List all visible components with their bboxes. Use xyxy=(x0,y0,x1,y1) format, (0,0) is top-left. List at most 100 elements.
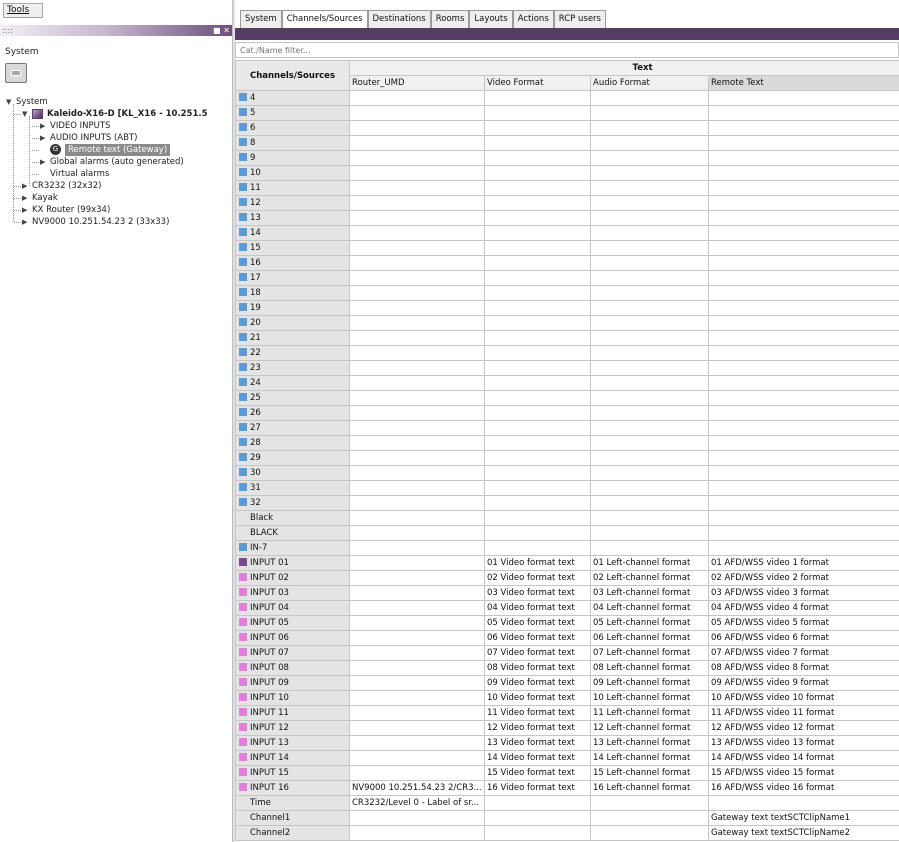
router-umd-cell[interactable] xyxy=(349,225,485,241)
router-umd-cell[interactable] xyxy=(349,690,485,706)
channel-name-cell[interactable]: 8 xyxy=(235,135,350,151)
channel-name-cell[interactable]: 13 xyxy=(235,210,350,226)
column-header-remote-text[interactable]: Remote Text xyxy=(707,75,899,91)
video-format-cell[interactable] xyxy=(484,450,591,466)
channel-name-cell[interactable]: Channel1 xyxy=(235,810,350,826)
router-umd-cell[interactable] xyxy=(349,660,485,676)
table-row[interactable]: Channel2 Gateway text textSCTClipName2 xyxy=(235,825,899,841)
collapsed-arrow-icon[interactable]: ▶ xyxy=(40,120,45,132)
tab-destinations[interactable]: Destinations xyxy=(367,10,431,28)
table-row[interactable]: INPUT 04 04 Video format text 04 Left-chan… xyxy=(235,600,899,616)
router-umd-cell[interactable] xyxy=(349,465,485,481)
table-row[interactable]: INPUT 16 NV9000 10.251.54.23 2/CR3... 16 V… xyxy=(235,780,899,796)
table-row[interactable]: 24 xyxy=(235,375,899,391)
tree-item[interactable]: ▶ VIDEO INPUTS xyxy=(0,120,232,132)
table-row[interactable]: Channel1 Gateway text textSCTClipName1 xyxy=(235,810,899,826)
table-row[interactable]: 15 xyxy=(235,240,899,256)
channel-name-cell[interactable]: INPUT 05 xyxy=(235,615,350,631)
tree-item[interactable]: ▶ NV9000 10.251.54.23 2 (33x33) xyxy=(0,216,232,228)
audio-format-cell[interactable]: 02 Left-channel format xyxy=(590,570,709,586)
channel-name-cell[interactable]: Black xyxy=(235,510,350,526)
remote-text-cell[interactable]: 08 AFD/WSS video 8 format xyxy=(707,660,899,676)
table-row[interactable]: 30 xyxy=(235,465,899,481)
remote-text-cell[interactable] xyxy=(707,495,899,511)
remote-text-cell[interactable]: 02 AFD/WSS video 2 format xyxy=(707,570,899,586)
remote-text-cell[interactable] xyxy=(707,120,899,136)
video-format-cell[interactable] xyxy=(484,525,591,541)
table-row[interactable]: 27 xyxy=(235,420,899,436)
channel-name-cell[interactable]: INPUT 14 xyxy=(235,750,350,766)
audio-format-cell[interactable] xyxy=(590,540,709,556)
tools-menu-button[interactable]: Tools xyxy=(3,3,43,18)
video-format-cell[interactable]: 02 Video format text xyxy=(484,570,591,586)
video-format-cell[interactable] xyxy=(484,150,591,166)
table-row[interactable]: INPUT 13 13 Video format text 13 Left-chan… xyxy=(235,735,899,751)
audio-format-cell[interactable] xyxy=(590,90,709,106)
router-umd-cell[interactable] xyxy=(349,615,485,631)
column-header-channels[interactable]: Channels/Sources xyxy=(235,60,350,91)
table-row[interactable]: INPUT 06 06 Video format text 06 Left-chan… xyxy=(235,630,899,646)
video-format-cell[interactable] xyxy=(484,255,591,271)
audio-format-cell[interactable] xyxy=(590,450,709,466)
table-row[interactable]: 9 xyxy=(235,150,899,166)
video-format-cell[interactable]: 13 Video format text xyxy=(484,735,591,751)
router-umd-cell[interactable] xyxy=(349,585,485,601)
remote-text-cell[interactable] xyxy=(707,345,899,361)
channel-name-cell[interactable]: 27 xyxy=(235,420,350,436)
audio-format-cell[interactable] xyxy=(590,495,709,511)
remote-text-cell[interactable]: 05 AFD/WSS video 5 format xyxy=(707,615,899,631)
remote-text-cell[interactable] xyxy=(707,180,899,196)
remote-text-cell[interactable]: 01 AFD/WSS video 1 format xyxy=(707,555,899,571)
router-umd-cell[interactable] xyxy=(349,645,485,661)
tab-system[interactable]: System xyxy=(240,10,282,28)
tree-item[interactable]: ▶ Global alarms (auto generated) xyxy=(0,156,232,168)
tree-item[interactable]: ▶ CR3232 (32x32) xyxy=(0,180,232,192)
channel-name-cell[interactable]: Channel2 xyxy=(235,825,350,841)
table-row[interactable]: INPUT 10 10 Video format text 10 Left-chan… xyxy=(235,690,899,706)
table-row[interactable]: Time CR3232/Level 0 - Label of sr... xyxy=(235,795,899,811)
tree-item[interactable]: ▼ System xyxy=(0,96,232,108)
remote-text-cell[interactable] xyxy=(707,270,899,286)
table-row[interactable]: 16 xyxy=(235,255,899,271)
channel-name-cell[interactable]: 17 xyxy=(235,270,350,286)
table-row[interactable]: 6 xyxy=(235,120,899,136)
router-umd-cell[interactable] xyxy=(349,810,485,826)
channel-name-cell[interactable]: INPUT 11 xyxy=(235,705,350,721)
audio-format-cell[interactable]: 04 Left-channel format xyxy=(590,600,709,616)
router-umd-cell[interactable] xyxy=(349,105,485,121)
audio-format-cell[interactable]: 15 Left-channel format xyxy=(590,765,709,781)
router-umd-cell[interactable] xyxy=(349,360,485,376)
router-umd-cell[interactable] xyxy=(349,90,485,106)
video-format-cell[interactable] xyxy=(484,795,591,811)
remote-text-cell[interactable] xyxy=(707,405,899,421)
audio-format-cell[interactable] xyxy=(590,795,709,811)
tab-rooms[interactable]: Rooms xyxy=(430,10,470,28)
audio-format-cell[interactable] xyxy=(590,225,709,241)
column-header-video-format[interactable]: Video Format xyxy=(484,75,591,91)
audio-format-cell[interactable] xyxy=(590,525,709,541)
audio-format-cell[interactable]: 07 Left-channel format xyxy=(590,645,709,661)
router-umd-cell[interactable] xyxy=(349,630,485,646)
channel-name-cell[interactable]: INPUT 04 xyxy=(235,600,350,616)
audio-format-cell[interactable]: 11 Left-channel format xyxy=(590,705,709,721)
audio-format-cell[interactable]: 06 Left-channel format xyxy=(590,630,709,646)
table-row[interactable]: INPUT 15 15 Video format text 15 Left-chan… xyxy=(235,765,899,781)
audio-format-cell[interactable] xyxy=(590,435,709,451)
tab-layouts[interactable]: Layouts xyxy=(469,10,513,28)
table-row[interactable]: 17 xyxy=(235,270,899,286)
video-format-cell[interactable] xyxy=(484,180,591,196)
video-format-cell[interactable] xyxy=(484,390,591,406)
table-row[interactable]: INPUT 08 08 Video format text 08 Left-chan… xyxy=(235,660,899,676)
collapsed-arrow-icon[interactable]: ▶ xyxy=(22,204,27,216)
expanded-arrow-icon[interactable]: ▼ xyxy=(6,96,11,108)
table-row[interactable]: BLACK xyxy=(235,525,899,541)
remote-text-cell[interactable]: 03 AFD/WSS video 3 format xyxy=(707,585,899,601)
channel-name-cell[interactable]: 20 xyxy=(235,315,350,331)
router-umd-cell[interactable] xyxy=(349,375,485,391)
router-umd-cell[interactable] xyxy=(349,825,485,841)
audio-format-cell[interactable] xyxy=(590,825,709,841)
audio-format-cell[interactable] xyxy=(590,315,709,331)
video-format-cell[interactable]: 01 Video format text xyxy=(484,555,591,571)
tree-item[interactable]: ▶ AUDIO INPUTS (ABT) xyxy=(0,132,232,144)
router-umd-cell[interactable]: CR3232/Level 0 - Label of sr... xyxy=(349,795,485,811)
